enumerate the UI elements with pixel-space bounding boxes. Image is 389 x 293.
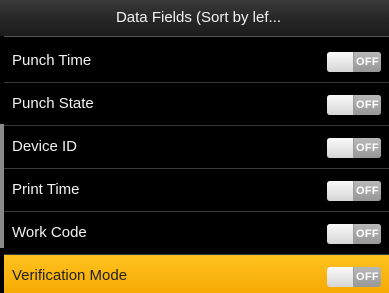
verification-mode-toggle[interactable]: OFF [327, 267, 381, 287]
field-label: Device ID [12, 138, 78, 155]
toggle-state-label: OFF [354, 52, 381, 72]
data-fields-list: Punch Time OFF Punch State OFF Device ID… [4, 40, 389, 293]
toggle-knob [327, 95, 354, 115]
field-label: Print Time [12, 181, 80, 198]
toggle-knob [327, 267, 354, 287]
work-code-toggle[interactable]: OFF [327, 224, 381, 244]
field-label: Punch State [12, 95, 94, 112]
toggle-state-label: OFF [354, 224, 381, 244]
toggle-knob [327, 138, 354, 158]
toggle-state-label: OFF [354, 267, 381, 287]
toggle-state-label: OFF [354, 138, 381, 158]
toggle-knob [327, 181, 354, 201]
list-item-print-time[interactable]: Print Time OFF [4, 169, 389, 212]
data-fields-screen: Data Fields (Sort by lef... Punch Time O… [0, 0, 389, 293]
page-title: Data Fields (Sort by lef... [115, 9, 282, 26]
field-label: Work Code [12, 224, 87, 241]
toggle-state-label: OFF [354, 95, 381, 115]
toggle-knob [327, 52, 354, 72]
field-label: Punch Time [12, 52, 92, 69]
list-item-punch-time[interactable]: Punch Time OFF [4, 40, 389, 83]
list-item-work-code[interactable]: Work Code OFF [4, 212, 389, 255]
toggle-state-label: OFF [354, 181, 381, 201]
list-item-device-id[interactable]: Device ID OFF [4, 126, 389, 169]
list-item-verification-mode[interactable]: Verification Mode OFF [4, 255, 389, 293]
field-label: Verification Mode [12, 267, 128, 284]
device-id-toggle[interactable]: OFF [327, 138, 381, 158]
punch-time-toggle[interactable]: OFF [327, 52, 381, 72]
title-bar: Data Fields (Sort by lef... [0, 0, 389, 37]
list-item-punch-state[interactable]: Punch State OFF [4, 83, 389, 126]
punch-state-toggle[interactable]: OFF [327, 95, 381, 115]
toggle-knob [327, 224, 354, 244]
print-time-toggle[interactable]: OFF [327, 181, 381, 201]
